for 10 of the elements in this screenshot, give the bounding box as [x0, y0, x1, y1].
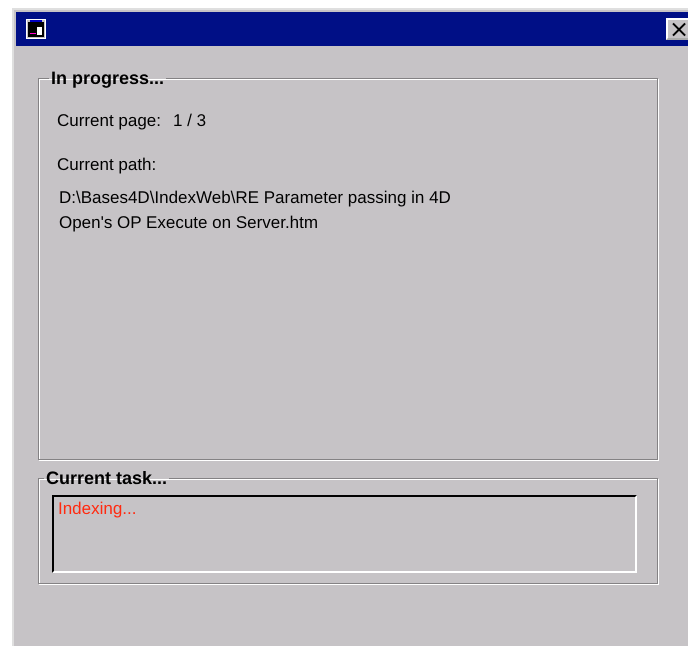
page-value: 1 / 3: [172, 111, 206, 131]
path-text: Open's OP Execute on Server.htm: [59, 212, 320, 234]
page-label: Current page:: [57, 111, 161, 131]
group-title: In progress...: [50, 68, 166, 89]
app-icon: [26, 19, 46, 39]
path-label: Current path:: [57, 155, 158, 175]
close-button[interactable]: ×: [666, 18, 688, 40]
task-status: Indexing...: [58, 499, 136, 518]
group-title: Current task...: [45, 468, 168, 489]
path-text: D:\Bases4D\IndexWeb\RE Parameter passing in 4D: [59, 187, 452, 209]
